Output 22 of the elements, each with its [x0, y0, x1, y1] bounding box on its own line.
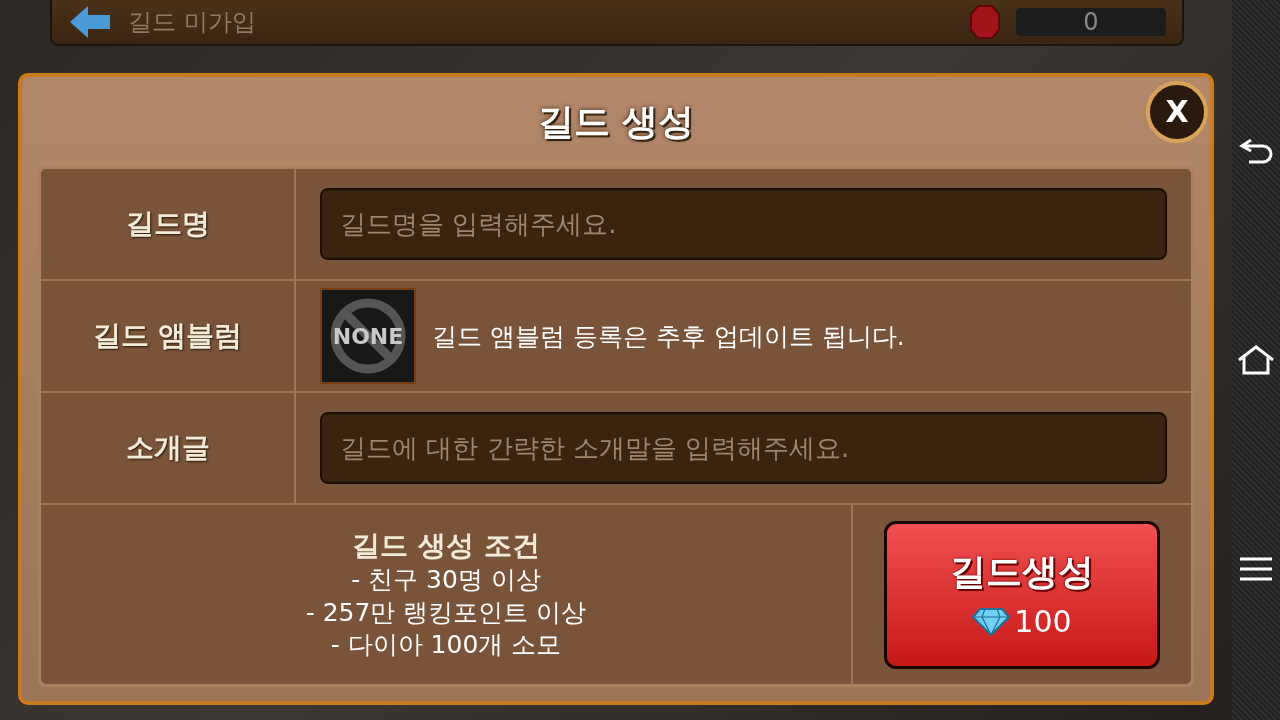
back-icon[interactable] [1239, 138, 1273, 165]
text-field[interactable]: 길드명을 입력해주세요. [320, 188, 1167, 261]
ruby-icon [970, 5, 1000, 39]
requirement-line: - 친구 30명 이상 [351, 564, 541, 597]
field-label: 길드명 [125, 206, 210, 243]
requirement-line: - 다이아 100개 소모 [330, 629, 562, 662]
text-field[interactable]: 길드에 대한 간략한 소개말을 입력해주세요. [320, 412, 1167, 485]
back-arrow-icon[interactable] [68, 4, 112, 40]
emblem-notice: 길드 앰블럼 등록은 추후 업데이트 됩니다. [432, 320, 905, 353]
requirement-line: - 257만 랭킹포인트 이상 [305, 596, 587, 629]
create-guild-button[interactable]: 길드생성 100 [884, 520, 1160, 669]
dialog-title: 길드 생성 [537, 99, 695, 144]
diamond-icon [972, 607, 1011, 636]
requirements-title: 길드 생성 조건 [352, 527, 540, 564]
home-icon[interactable] [1237, 345, 1275, 375]
guild-status-text: 길드 미가입 [128, 7, 257, 38]
emblem-label: NONE [332, 322, 404, 351]
menu-icon[interactable] [1239, 555, 1273, 582]
gem-counter: 0 [1016, 8, 1166, 36]
field-label: 길드 앰블럼 [92, 318, 243, 355]
close-button[interactable]: X [1146, 81, 1208, 143]
field-label: 소개글 [125, 430, 210, 467]
